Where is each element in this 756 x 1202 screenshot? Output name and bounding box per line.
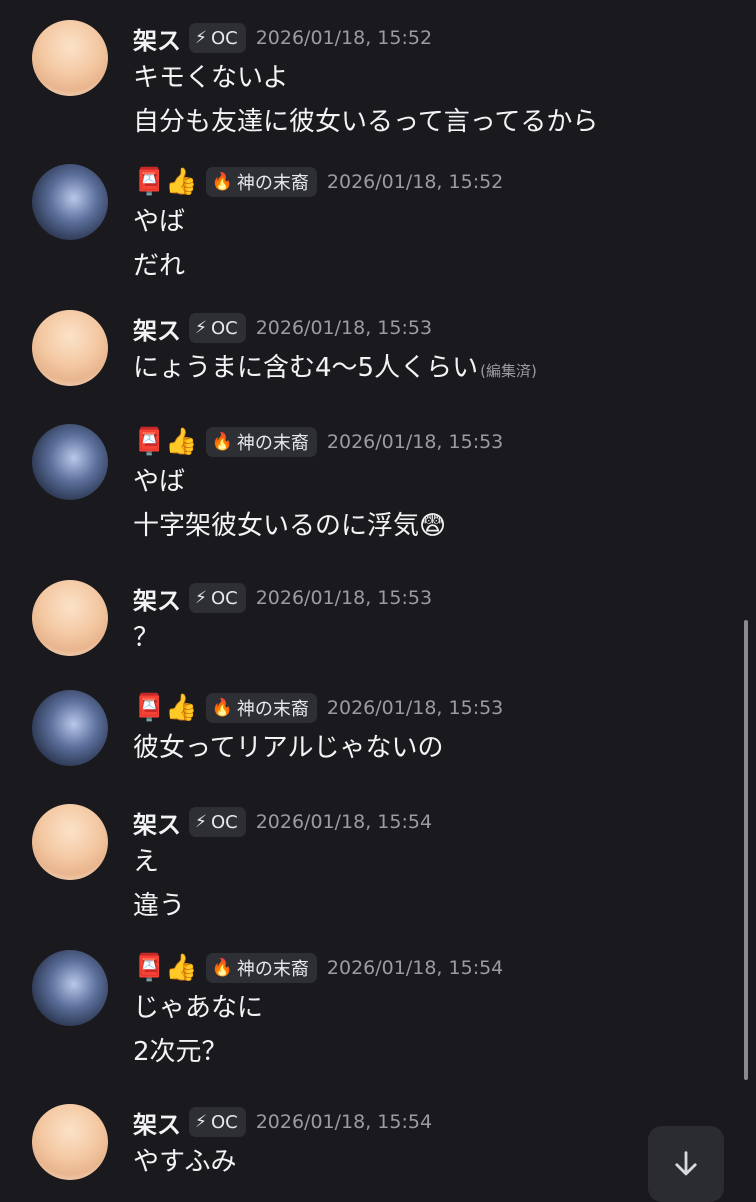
lightning-icon: ⚡ — [195, 318, 207, 338]
avatar[interactable] — [32, 1104, 108, 1180]
lightning-icon: ⚡ — [195, 812, 207, 832]
name-emoji[interactable]: 📮👍 — [133, 169, 198, 195]
flame-icon: 🔥 — [211, 698, 233, 718]
avatar[interactable] — [32, 20, 108, 96]
flame-icon: 🔥 — [211, 432, 233, 452]
avatar[interactable] — [32, 164, 108, 240]
timestamp: 2026/01/18, 15:53 — [255, 587, 433, 609]
message-text: 十字架彼女いるのに浮気😨 — [133, 511, 447, 541]
username[interactable]: 架ス — [133, 311, 181, 346]
edited-label: (編集済) — [480, 362, 537, 380]
username[interactable]: 架ス — [133, 21, 181, 56]
role-badge[interactable]: ⚡ OC — [189, 583, 246, 613]
name-emoji[interactable]: 📮👍 — [133, 695, 198, 721]
name-emoji[interactable]: 📮👍 — [133, 429, 198, 455]
message-text: 違う — [133, 891, 186, 921]
badge-label: OC — [210, 27, 238, 49]
timestamp: 2026/01/18, 15:53 — [326, 697, 504, 719]
scroll-to-bottom-button[interactable] — [648, 1126, 724, 1202]
role-badge[interactable]: ⚡ OC — [189, 807, 246, 837]
message-text: にょうまに含む4〜5人くらい — [133, 353, 479, 383]
message-text: だれ — [133, 251, 186, 281]
badge-label: OC — [210, 587, 238, 609]
name-emoji[interactable]: 📮👍 — [133, 955, 198, 981]
message-text: やすふみ — [133, 1147, 237, 1177]
message-text: え — [133, 847, 160, 877]
flame-icon: 🔥 — [211, 958, 233, 978]
lightning-icon: ⚡ — [195, 588, 207, 608]
flame-icon: 🔥 — [211, 172, 233, 192]
username[interactable]: 架ス — [133, 805, 181, 840]
badge-label: 神の末裔 — [236, 173, 309, 194]
role-badge[interactable]: 🔥 神の末裔 — [205, 693, 317, 723]
username[interactable]: 架ス — [133, 581, 181, 616]
lightning-icon: ⚡ — [195, 28, 207, 48]
lightning-icon: ⚡ — [195, 1112, 207, 1132]
message-text: 自分も友達に彼女いるって言ってるから — [133, 107, 599, 137]
badge-label: 神の末裔 — [236, 699, 309, 720]
badge-label: OC — [210, 1111, 238, 1133]
message-text: やば — [133, 467, 186, 497]
role-badge[interactable]: ⚡ OC — [189, 1107, 246, 1137]
role-badge[interactable]: 🔥 神の末裔 — [205, 167, 317, 197]
scrollbar[interactable] — [744, 620, 748, 1080]
role-badge[interactable]: 🔥 神の末裔 — [205, 953, 317, 983]
avatar[interactable] — [32, 424, 108, 500]
message-text: 彼女ってリアルじゃないの — [133, 733, 444, 763]
timestamp: 2026/01/18, 15:52 — [255, 27, 433, 49]
message-text: じゃあなに — [133, 993, 264, 1023]
avatar[interactable] — [32, 580, 108, 656]
username[interactable]: 架ス — [133, 1105, 181, 1140]
role-badge[interactable]: ⚡ OC — [189, 23, 246, 53]
message-text: ？ — [133, 623, 160, 653]
avatar[interactable] — [32, 310, 108, 386]
avatar[interactable] — [32, 950, 108, 1026]
timestamp: 2026/01/18, 15:54 — [255, 811, 433, 833]
role-badge[interactable]: ⚡ OC — [189, 313, 246, 343]
badge-label: 神の末裔 — [236, 959, 309, 980]
badge-label: OC — [210, 811, 238, 833]
badge-label: 神の末裔 — [236, 433, 309, 454]
avatar[interactable] — [32, 804, 108, 880]
role-badge[interactable]: 🔥 神の末裔 — [205, 427, 317, 457]
timestamp: 2026/01/18, 15:53 — [255, 317, 433, 339]
badge-label: OC — [210, 317, 238, 339]
arrow-down-icon — [675, 1151, 697, 1176]
timestamp: 2026/01/18, 15:52 — [326, 171, 504, 193]
message-text: やば — [133, 207, 186, 237]
timestamp: 2026/01/18, 15:54 — [326, 957, 504, 979]
timestamp: 2026/01/18, 15:54 — [255, 1111, 433, 1133]
message-text: キモくないよ — [133, 63, 289, 93]
message-text: 2次元？ — [133, 1037, 228, 1067]
avatar[interactable] — [32, 690, 108, 766]
timestamp: 2026/01/18, 15:53 — [326, 431, 504, 453]
